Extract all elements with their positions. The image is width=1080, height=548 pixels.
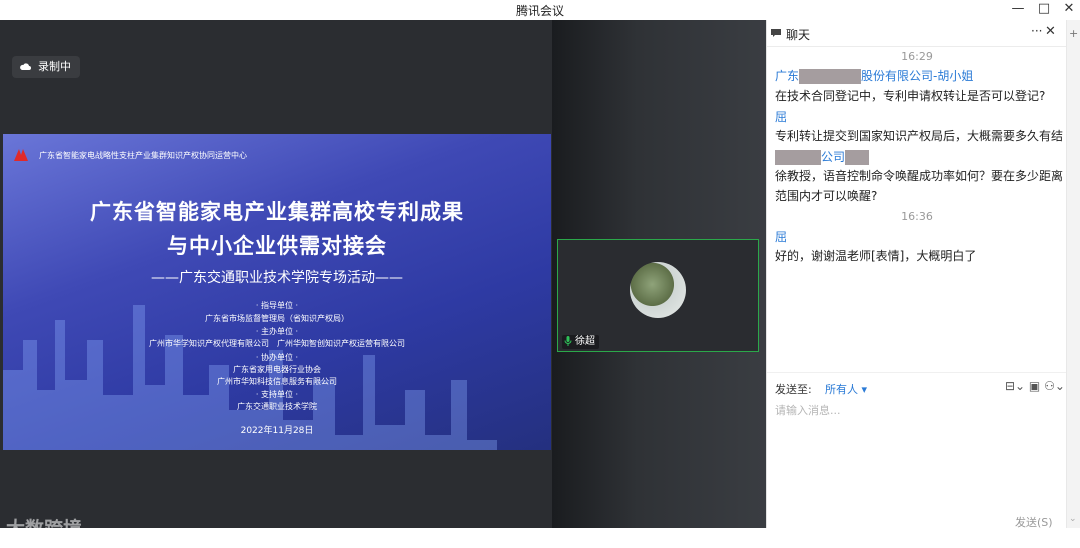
participant-name: 徐超	[575, 336, 595, 347]
slide-info-line: 广东省市场监督管理局（省知识产权局）	[205, 314, 349, 323]
redacted-block	[799, 69, 862, 84]
slide-info-line: · 协办单位 ·	[255, 353, 299, 362]
video-stage: 录制中 广东省智能家电战略性支柱产业集群知识产权协同运营中心 广东省智能家电产业…	[0, 20, 766, 548]
sender-name-part: 广东	[775, 69, 800, 83]
chat-panel: 聊天 ··· ✕ 16:29 广东 股份有限公司-胡小姐 在技术合同登记中，专利申…	[766, 20, 1067, 529]
organizer-logo	[14, 149, 28, 161]
message-timestamp: 16:36	[901, 210, 933, 223]
chat-title: 聊天	[786, 28, 811, 42]
participant-avatar	[630, 262, 686, 318]
slide-info-line: 广州市华知科技信息服务有限公司	[217, 377, 337, 386]
participant-name-tag: 徐超	[562, 335, 599, 349]
redacted-block	[845, 150, 870, 165]
recording-label: 录制中	[38, 60, 71, 73]
slide-info-line: · 支持单位 ·	[255, 390, 299, 399]
maximize-button[interactable]: □	[1031, 0, 1057, 20]
title-bar: 腾讯会议 — □ ✕	[0, 0, 1080, 20]
sender-name-part: 股份有限公司-胡小姐	[861, 69, 974, 83]
slide-title-line2: 与中小企业供需对接会	[167, 234, 387, 258]
message-text: 在技术合同登记中，专利申请权转让是否可以登记?	[775, 89, 1046, 103]
compose-toolbar-icons[interactable]: ⊟⌄ ▣ ⚇⌄	[1005, 379, 1065, 393]
chat-bubble-icon	[771, 29, 781, 37]
message-input[interactable]: 请输入消息...	[775, 402, 841, 418]
chat-compose-area: 发送至: 所有人 ▾ ⊟⌄ ▣ ⚇⌄ 请输入消息... 发送(S)	[767, 372, 1067, 529]
slide-info-line: 广东交通职业技术学院	[237, 402, 317, 411]
slide-subtitle: ——广东交通职业技术学院专场活动——	[151, 270, 403, 286]
screen-share-label: 温建梅的屏幕共享	[14, 537, 94, 548]
message-sender: 广东 股份有限公司-胡小姐	[775, 67, 973, 84]
message-sender: 屈	[775, 230, 788, 244]
message-sender: 公司	[775, 148, 870, 165]
cloud-record-icon	[20, 63, 31, 70]
slide-title-line1: 广东省智能家电产业集群高校专利成果	[90, 200, 464, 224]
sender-name-part: 公司	[821, 150, 846, 164]
more-options-icon[interactable]: ···	[1031, 24, 1042, 38]
close-window-button[interactable]: ✕	[1056, 0, 1080, 20]
recording-badge[interactable]: 录制中	[12, 56, 80, 78]
message-text: 好的，谢谢温老师[表情]，大概明白了	[775, 249, 977, 263]
window-title: 腾讯会议	[515, 4, 564, 18]
send-to-label: 发送至:	[775, 383, 812, 396]
participant-video-tile[interactable]: 徐超	[557, 239, 759, 352]
slide-info-line: 广州市华学知识产权代理有限公司 广州华知智创知识产权运营有限公司	[149, 339, 405, 348]
slide-info-line: · 主办单位 ·	[255, 327, 299, 336]
slide-info-line: · 指导单位 ·	[255, 301, 299, 310]
scroll-down-icon[interactable]: ⌄	[1069, 514, 1077, 524]
message-timestamp: 16:29	[901, 50, 933, 63]
chat-header: 聊天 ··· ✕	[767, 20, 1067, 47]
close-chat-button[interactable]: ✕	[1045, 24, 1056, 39]
recipient-dropdown[interactable]: 所有人 ▾	[825, 381, 867, 397]
microphone-icon	[564, 336, 572, 346]
slide-info-line: 广东省家用电器行业协会	[233, 365, 321, 374]
shared-screen-slide: 广东省智能家电战略性支柱产业集群知识产权协同运营中心 广东省智能家电产业集群高校…	[3, 134, 551, 450]
slide-date: 2022年11月28日	[240, 426, 314, 436]
expand-plus-icon[interactable]: +	[1069, 27, 1078, 40]
slide-org-name: 广东省智能家电战略性支柱产业集群知识产权协同运营中心	[39, 151, 247, 160]
minimize-button[interactable]: —	[1005, 0, 1031, 20]
redacted-block	[775, 150, 821, 165]
message-text: 徐教授，语音控制命令唤醒成功率如何？要在多少距离范围内才可以唤醒?	[775, 169, 1064, 203]
message-sender: 屈	[775, 110, 788, 124]
side-scrollbar[interactable]: + ⌄	[1066, 20, 1080, 528]
